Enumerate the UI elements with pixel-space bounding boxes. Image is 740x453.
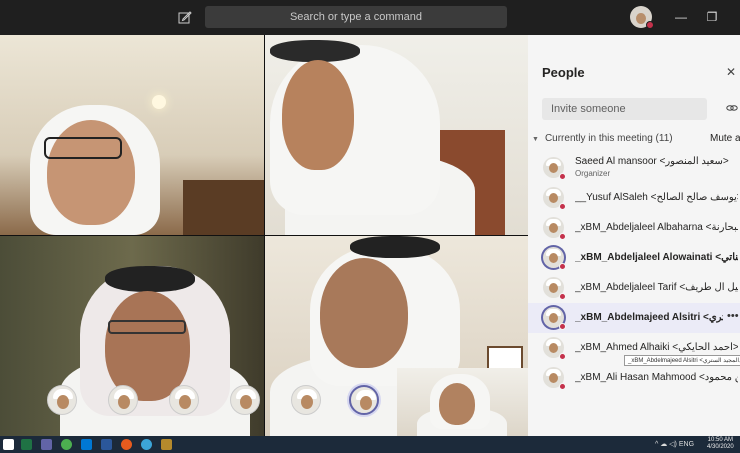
busy-status-icon xyxy=(559,383,566,390)
participant-name: _xBM_Ali Hasan Mahmood <علي حسن محمود> xyxy=(575,372,738,383)
busy-status-icon xyxy=(559,263,566,270)
section-label: Currently in this meeting (11) xyxy=(544,133,673,144)
busy-status-icon xyxy=(559,293,566,300)
restore-button[interactable]: ❐ xyxy=(705,10,719,24)
outlook-icon[interactable] xyxy=(81,439,92,450)
participant-row[interactable]: _xBM_Abdeljaleel Albaharna <عبدالجليل ال… xyxy=(528,213,740,243)
name-tooltip: _xBM_Abdelmajeed Alsitri <عبدالمجيد الست… xyxy=(624,355,740,366)
self-view[interactable] xyxy=(397,368,528,436)
app-icon[interactable] xyxy=(141,439,152,450)
panel-title: People xyxy=(542,65,585,80)
participant-avatar-speaking[interactable] xyxy=(349,385,379,415)
participant-name: _xBM_Ahmed Alhaiki <أحمد الحايكي> xyxy=(575,342,738,353)
invite-input[interactable]: Invite someone xyxy=(542,98,707,120)
video-tile-1[interactable] xyxy=(0,35,264,235)
participant-row[interactable]: _xBM_Ali Hasan Mahmood <علي حسن محمود> xyxy=(528,363,740,393)
glasses xyxy=(108,320,186,334)
participant-avatar[interactable] xyxy=(169,385,199,415)
video-tile-2[interactable] xyxy=(265,35,528,235)
teams-icon[interactable] xyxy=(41,439,52,450)
video-stage xyxy=(0,35,528,436)
agal xyxy=(350,236,440,258)
search-input[interactable]: Search or type a command xyxy=(205,6,507,28)
participant-avatar[interactable] xyxy=(230,385,260,415)
participant-row[interactable]: _xBM_Abdelmajeed Alsitri <عبدالمجيد الست… xyxy=(528,303,740,333)
participant-row[interactable]: __Yusuf AlSaleh <يوسف صالح الصالح> xyxy=(528,183,740,213)
start-icon[interactable] xyxy=(3,439,14,450)
agal xyxy=(105,266,195,292)
participant-row[interactable]: _xBM_Abdeljaleel Alowainati <عبدالجليل ا… xyxy=(528,243,740,273)
busy-status-icon xyxy=(646,21,654,29)
busy-status-icon xyxy=(559,353,566,360)
people-panel: People ✕ Invite someone ▼ Currently in th… xyxy=(528,35,740,436)
minimize-button[interactable]: — xyxy=(674,10,688,24)
more-options-icon[interactable]: ••• xyxy=(727,310,739,322)
system-tray[interactable]: ^ ☁ ◁) ENG xyxy=(655,440,694,448)
lamp-light xyxy=(152,95,166,109)
chevron-down-icon: ▼ xyxy=(532,136,539,143)
participant-gallery xyxy=(0,385,395,423)
taskbar: ^ ☁ ◁) ENG 10:50 AM 4/30/2020 xyxy=(0,436,740,453)
participant-name: Saeed Al mansoor <سعيد المنصور> xyxy=(575,156,729,167)
chrome-icon[interactable] xyxy=(61,439,72,450)
participant-row[interactable]: Saeed Al mansoor <سعيد المنصور> Organize… xyxy=(528,153,740,183)
agal xyxy=(270,40,360,62)
mute-all-button[interactable]: Mute al xyxy=(710,133,740,144)
participant-role: Organizer xyxy=(575,169,611,178)
clock-date: 4/30/2020 xyxy=(707,444,734,450)
wall-frame xyxy=(487,346,523,370)
participant-avatar[interactable] xyxy=(108,385,138,415)
app-icon[interactable] xyxy=(121,439,132,450)
close-icon[interactable]: ✕ xyxy=(726,65,736,79)
participant-face xyxy=(439,383,475,425)
participant-name: _xBM_Abdeljaleel Alowainati <عبدالجليل ا… xyxy=(575,252,738,263)
clock-time: 10:50 AM xyxy=(707,437,734,443)
shelf xyxy=(183,180,264,235)
title-bar: Search or type a command — ❐ xyxy=(0,0,740,35)
busy-status-icon xyxy=(559,203,566,210)
clock[interactable]: 10:50 AM 4/30/2020 xyxy=(707,437,734,451)
word-icon[interactable] xyxy=(101,439,112,450)
excel-icon[interactable] xyxy=(21,439,32,450)
participant-name: _xBM_Abdeljaleel Tarif <عبدالجليل آل طري… xyxy=(575,282,738,293)
app-icon[interactable] xyxy=(161,439,172,450)
participant-name: _xBM_Abdeljaleel Albaharna <عبدالجليل ال… xyxy=(575,222,738,233)
share-link-icon[interactable] xyxy=(726,102,738,114)
busy-status-icon xyxy=(559,173,566,180)
busy-status-icon xyxy=(559,323,566,330)
participant-name: __Yusuf AlSaleh <يوسف صالح الصالح> xyxy=(575,192,738,203)
participant-face xyxy=(320,258,408,368)
participant-row[interactable]: _xBM_Abdeljaleel Tarif <عبدالجليل آل طري… xyxy=(528,273,740,303)
participant-name: _xBM_Abdelmajeed Alsitri <عبدالمجيد الست… xyxy=(575,312,723,323)
busy-status-icon xyxy=(559,233,566,240)
compose-icon[interactable] xyxy=(178,10,192,24)
participant-face xyxy=(47,120,135,225)
section-header[interactable]: ▼ Currently in this meeting (11) xyxy=(532,133,673,144)
participant-avatar[interactable] xyxy=(291,385,321,415)
language-indicator[interactable]: ENG xyxy=(679,441,694,448)
participant-face xyxy=(282,60,354,170)
glasses xyxy=(44,137,122,159)
participant-avatar[interactable] xyxy=(47,385,77,415)
